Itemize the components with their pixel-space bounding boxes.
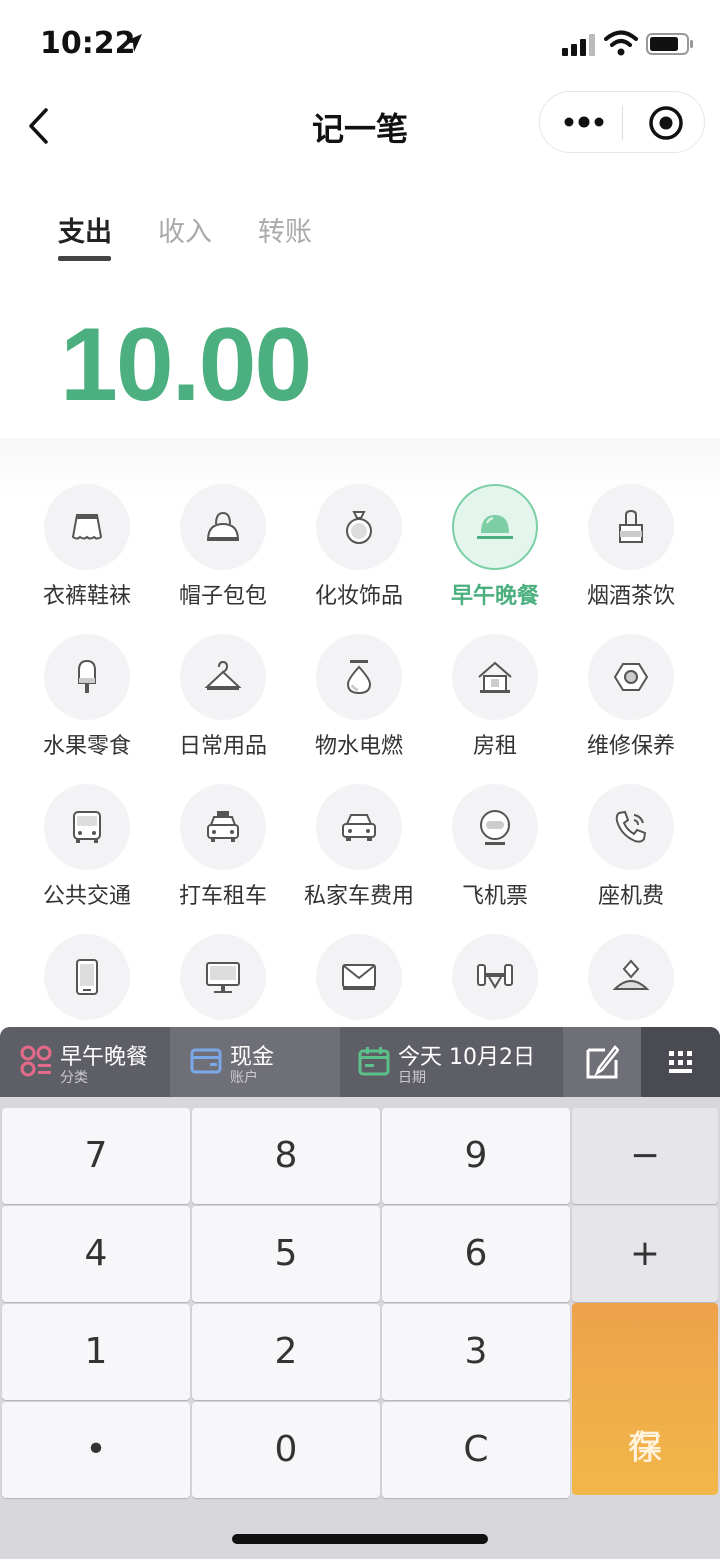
category-mobile[interactable]: [19, 934, 155, 1028]
keyboard-toggle-button[interactable]: [641, 1027, 720, 1097]
category-sports[interactable]: [427, 934, 563, 1028]
category-daily-goods[interactable]: 日常用品: [155, 634, 291, 784]
category-utilities[interactable]: 物水电燃: [291, 634, 427, 784]
key-9[interactable]: 9: [382, 1108, 570, 1204]
key-0[interactable]: 0: [192, 1402, 380, 1498]
taxi-icon: [207, 811, 239, 842]
save-button[interactable]: 保 存: [572, 1303, 718, 1495]
category-jewelry[interactable]: [563, 934, 699, 1028]
dumbbell-icon: [477, 964, 513, 989]
wallet-icon: [190, 1048, 222, 1074]
amount-display[interactable]: 10.00: [60, 306, 312, 425]
plane-window-icon: [480, 810, 510, 845]
bus-icon: [73, 811, 101, 843]
category-caption: 分类: [60, 1070, 88, 1086]
category-public-transport[interactable]: 公共交通: [19, 784, 155, 934]
diamond-icon: [612, 959, 650, 990]
category-computer[interactable]: [155, 934, 291, 1028]
battery-icon: [646, 33, 693, 55]
type-tabs: 支出 收入 转账: [0, 210, 720, 270]
nav-bar: 记一笔: [0, 88, 720, 164]
category-cosmetics[interactable]: 化妆饰品: [291, 484, 427, 634]
location-arrow-icon: [124, 34, 142, 52]
category-clothing[interactable]: 衣裤鞋袜: [19, 484, 155, 634]
date-caption: 日期: [398, 1070, 426, 1086]
key-clear[interactable]: C: [382, 1402, 570, 1498]
house-icon: [478, 661, 512, 693]
key-4[interactable]: 4: [2, 1206, 190, 1302]
skirt-icon: [71, 514, 103, 540]
category-air-ticket[interactable]: 飞机票: [427, 784, 563, 934]
category-bags[interactable]: 帽子包包: [155, 484, 291, 634]
tab-expense[interactable]: 支出: [58, 210, 112, 249]
key-plus[interactable]: +: [572, 1206, 718, 1302]
category-tobacco-drinks[interactable]: 烟酒茶饮: [563, 484, 699, 634]
phone-icon: [615, 810, 647, 843]
category-maintenance[interactable]: 维修保养: [563, 634, 699, 784]
handbag-icon: [206, 511, 240, 541]
account-caption: 账户: [230, 1070, 258, 1086]
mobile-phone-icon: [76, 959, 98, 995]
category-rent[interactable]: 房租: [427, 634, 563, 784]
category-meals[interactable]: 早午晚餐: [427, 484, 563, 634]
date-selector[interactable]: 今天 10月2日 日期: [340, 1027, 563, 1097]
bottle-icon: [619, 509, 643, 543]
note-button[interactable]: [563, 1027, 641, 1097]
water-drop-icon: [346, 660, 372, 695]
signal-icon: [562, 34, 595, 56]
category-fruit-snacks[interactable]: 水果零食: [19, 634, 155, 784]
category-post[interactable]: [291, 934, 427, 1028]
more-dots-icon[interactable]: [564, 112, 604, 132]
key-6[interactable]: 6: [382, 1206, 570, 1302]
tab-transfer[interactable]: 转账: [258, 210, 312, 249]
ring-icon: [346, 511, 372, 544]
car-icon: [342, 814, 376, 841]
status-bar: 10:22: [0, 0, 720, 88]
key-8[interactable]: 8: [192, 1108, 380, 1204]
category-landline[interactable]: 座机费: [563, 784, 699, 934]
numeric-keypad: 7 8 9 − 4 5 6 + 1 2 3 • 0 C 保 存: [0, 1097, 720, 1559]
popsicle-icon: [78, 659, 96, 693]
mini-program-capsule: [539, 91, 705, 153]
dish-cover-icon: [477, 515, 513, 539]
hanger-icon: [204, 660, 242, 690]
tab-income[interactable]: 收入: [158, 210, 212, 249]
record-info-bar: 早午晚餐 分类 现金 账户 今天 10月2日 日期: [0, 1027, 720, 1097]
nut-icon: [613, 663, 649, 691]
edit-note-icon: [586, 1045, 619, 1079]
key-2[interactable]: 2: [192, 1304, 380, 1400]
close-target-icon[interactable]: [648, 105, 684, 141]
active-tab-underline: [58, 256, 111, 261]
wifi-icon: [604, 30, 638, 56]
category-taxi[interactable]: 打车租车: [155, 784, 291, 934]
monitor-icon: [206, 962, 240, 993]
category-grid: 衣裤鞋袜 帽子包包 化妆饰品 早午晚餐 烟酒茶饮 水果零食 日常用品 物水电燃 …: [0, 438, 720, 1028]
category-private-car[interactable]: 私家车费用: [291, 784, 427, 934]
keyboard-icon: [669, 1051, 692, 1073]
calendar-icon: [358, 1047, 390, 1076]
key-5[interactable]: 5: [192, 1206, 380, 1302]
key-3[interactable]: 3: [382, 1304, 570, 1400]
key-decimal[interactable]: •: [2, 1402, 190, 1498]
key-7[interactable]: 7: [2, 1108, 190, 1204]
key-minus[interactable]: −: [572, 1108, 718, 1204]
home-indicator: [232, 1534, 488, 1544]
envelope-icon: [342, 964, 376, 990]
category-selector[interactable]: 早午晚餐 分类: [0, 1027, 170, 1097]
category-grid-icon: [20, 1045, 52, 1077]
key-1[interactable]: 1: [2, 1304, 190, 1400]
capsule-divider: [622, 106, 623, 140]
account-selector[interactable]: 现金 账户: [170, 1027, 340, 1097]
